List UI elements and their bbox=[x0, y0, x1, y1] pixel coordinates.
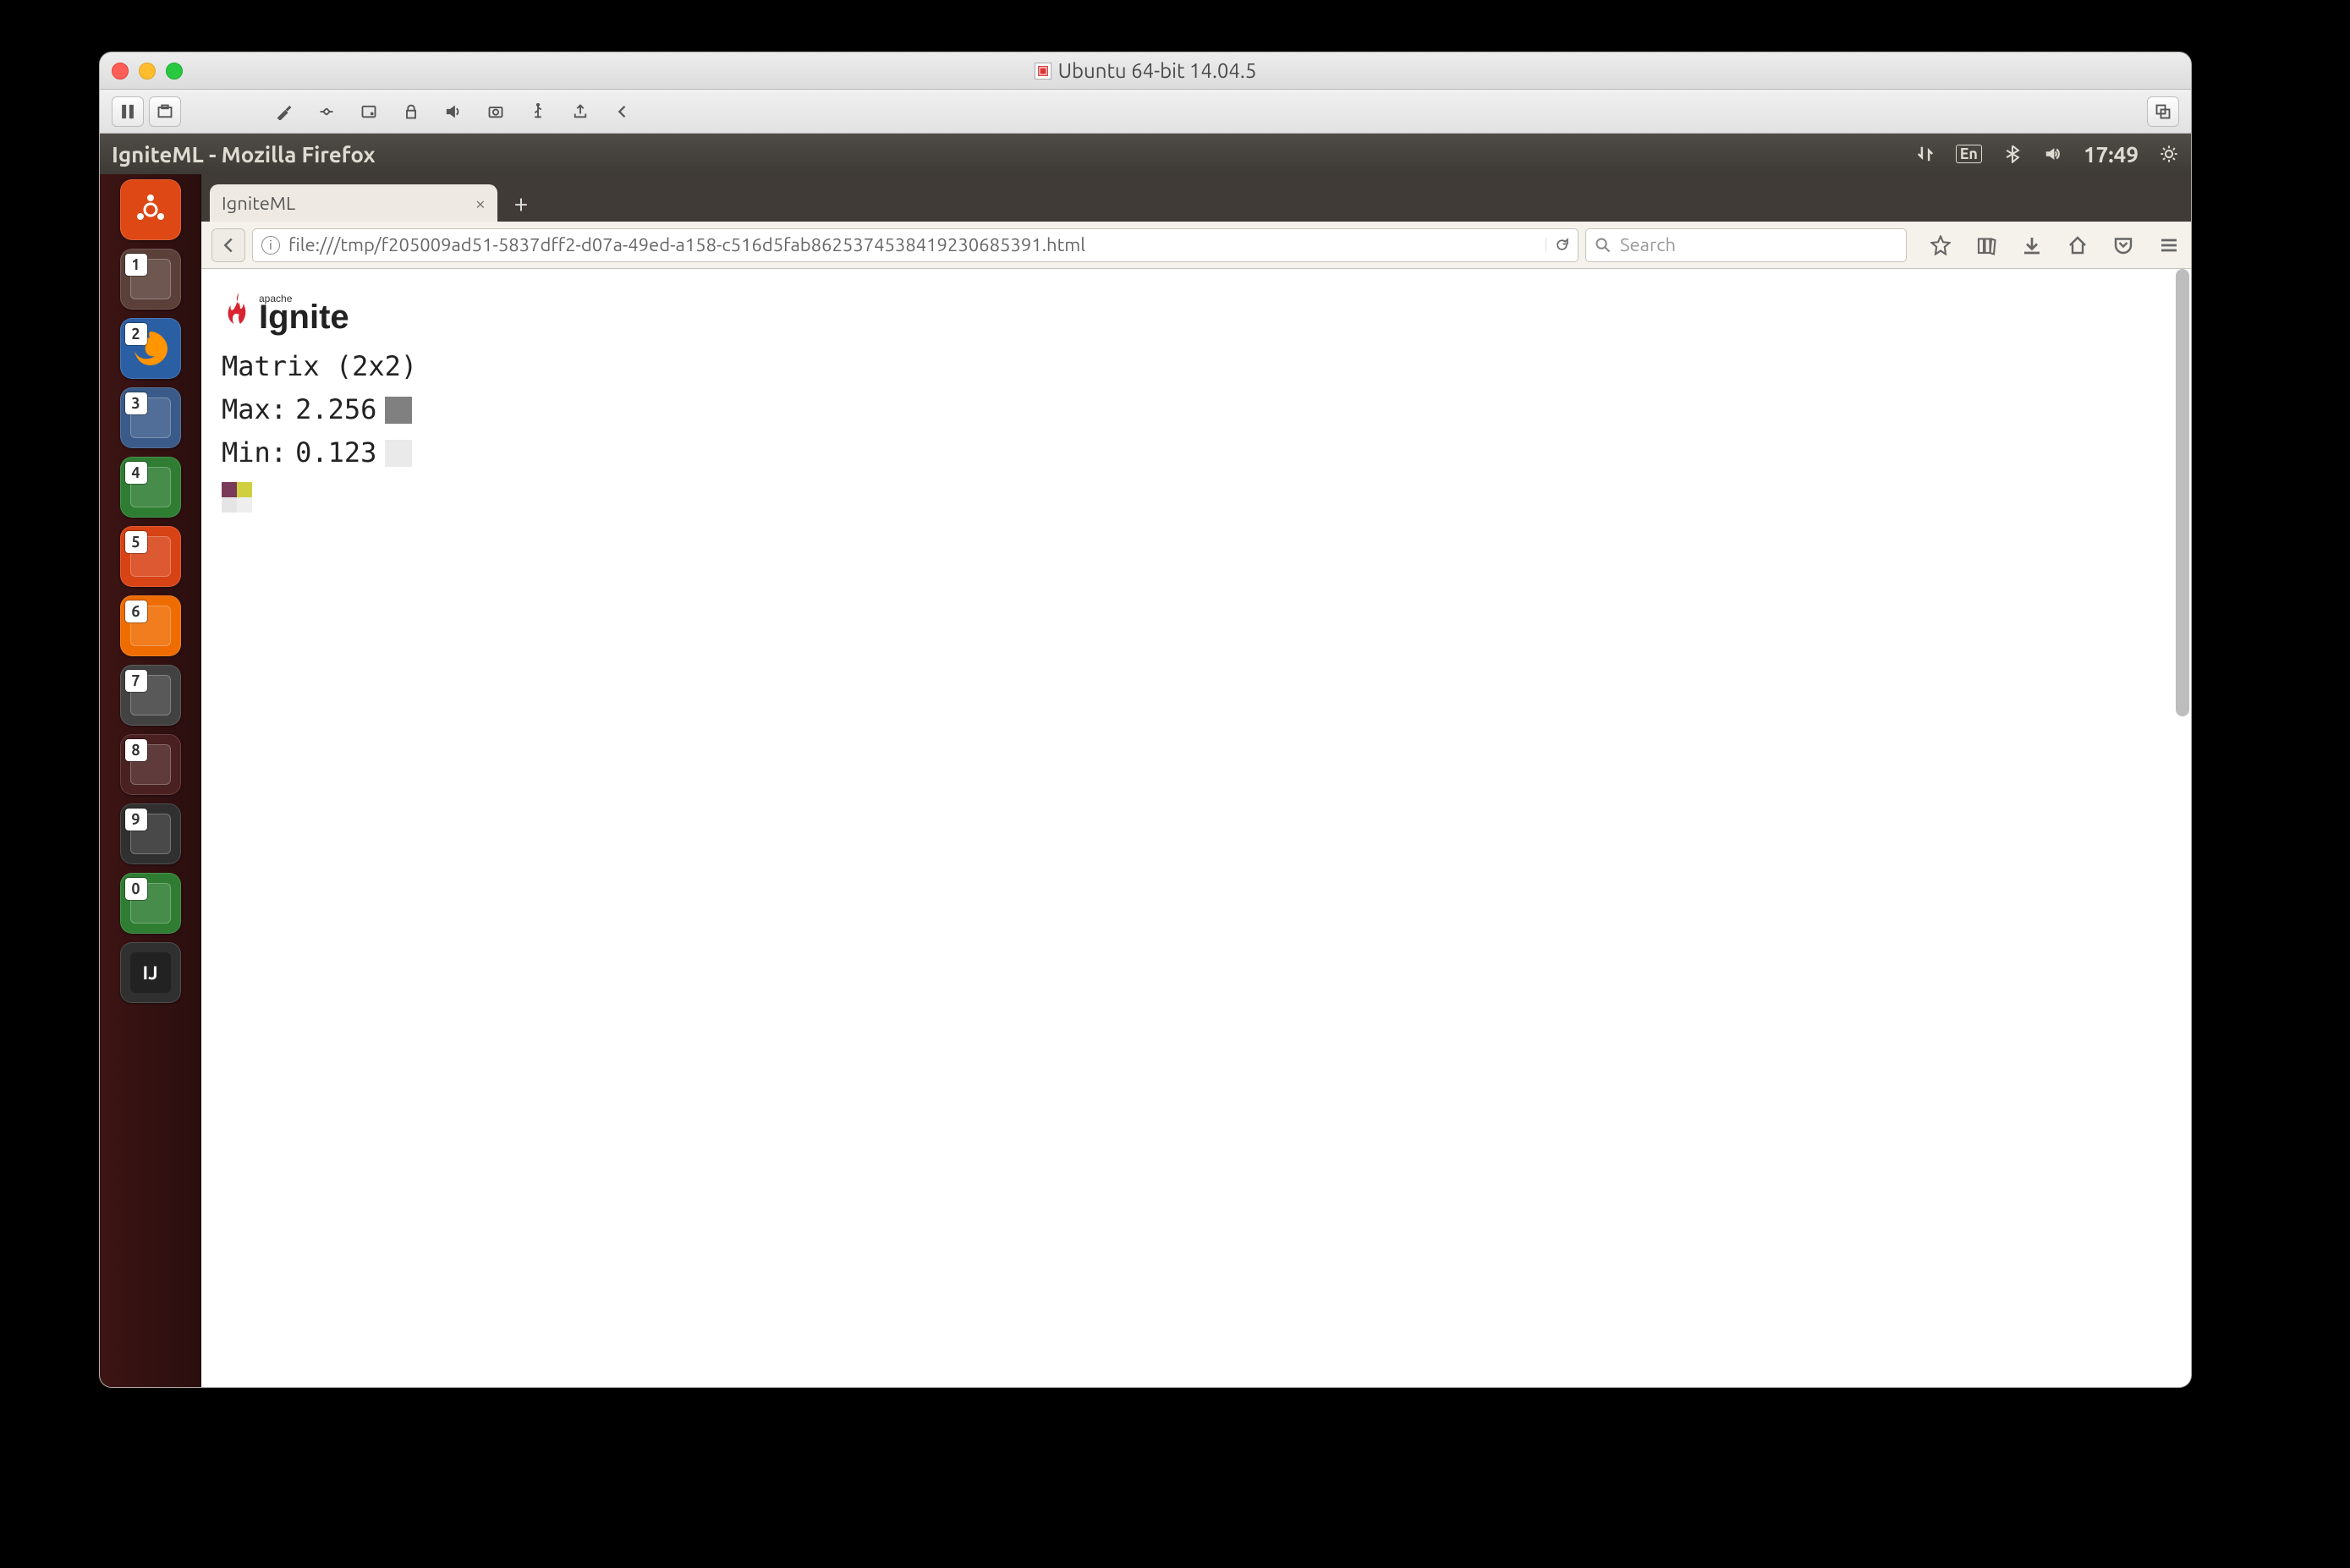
vm-title: Ubuntu 64-bit 14.04.5 bbox=[1058, 59, 1257, 82]
max-line: Max: 2.256 bbox=[222, 388, 2171, 431]
unity-launcher: 1 2 3 4 5 6 7 8 9 0 IJ bbox=[100, 174, 201, 1387]
new-tab-button[interactable]: + bbox=[502, 184, 540, 222]
launcher-arrow-icon bbox=[100, 423, 102, 438]
launcher-item-intellij[interactable]: IJ bbox=[120, 942, 181, 1003]
reload-icon[interactable] bbox=[1546, 238, 1569, 252]
matrix-cell bbox=[222, 482, 237, 497]
matrix-cell bbox=[237, 497, 252, 513]
launcher-arrow-icon bbox=[100, 1116, 102, 1132]
search-placeholder: Search bbox=[1620, 234, 1676, 255]
launcher-item-app7[interactable]: 7 bbox=[120, 665, 181, 726]
url-text: file:///tmp/f205009ad51-5837dff2-d07a-49… bbox=[288, 234, 1537, 255]
mac-titlebar: Ubuntu 64-bit 14.04.5 bbox=[100, 52, 2191, 90]
sound-icon[interactable] bbox=[442, 96, 465, 127]
usb-icon[interactable] bbox=[526, 96, 550, 127]
fullscreen-button[interactable] bbox=[2147, 96, 2179, 127]
downloads-icon[interactable] bbox=[2020, 233, 2044, 257]
settings-icon[interactable] bbox=[272, 96, 296, 127]
camera-icon[interactable] bbox=[484, 96, 508, 127]
gear-icon[interactable] bbox=[2159, 144, 2179, 164]
min-label: Min: bbox=[222, 431, 287, 474]
network-icon[interactable] bbox=[315, 96, 338, 127]
window-title: IgniteML - Mozilla Firefox bbox=[112, 142, 376, 167]
launcher-item-app1[interactable]: 1 bbox=[120, 249, 181, 310]
clock[interactable]: 17:49 bbox=[2084, 142, 2139, 167]
library-icon[interactable] bbox=[1974, 233, 1998, 257]
launcher-item-app4[interactable]: 4 bbox=[120, 457, 181, 518]
page-info-icon[interactable]: i bbox=[261, 236, 280, 255]
home-icon[interactable] bbox=[2066, 233, 2089, 257]
search-bar[interactable]: Search bbox=[1585, 228, 1907, 262]
launcher-item-app3[interactable]: 3 bbox=[120, 387, 181, 448]
collapse-icon[interactable] bbox=[611, 96, 634, 127]
page-heading: Matrix (2x2) bbox=[222, 345, 2171, 388]
keyboard-indicator[interactable]: En bbox=[1956, 145, 1982, 163]
launcher-item-dash[interactable] bbox=[120, 179, 181, 240]
bluetooth-icon[interactable] bbox=[2002, 144, 2023, 164]
menu-icon[interactable] bbox=[2157, 233, 2181, 257]
min-swatch bbox=[385, 440, 412, 467]
launcher-item-firefox[interactable]: 2 bbox=[120, 318, 181, 379]
close-tab-icon[interactable]: × bbox=[475, 193, 486, 214]
firefox-window: IgniteML × + i file:///tmp/f205009ad51-5… bbox=[201, 174, 2191, 1387]
max-value: 2.256 bbox=[295, 388, 376, 431]
matrix-cells bbox=[222, 482, 2171, 513]
matrix-cell bbox=[222, 497, 237, 513]
pocket-icon[interactable] bbox=[2111, 233, 2135, 257]
disk-icon[interactable] bbox=[357, 96, 381, 127]
min-value: 0.123 bbox=[295, 431, 376, 474]
tab-strip: IgniteML × + bbox=[201, 174, 2191, 222]
matrix-cell bbox=[237, 482, 252, 497]
snapshot-button[interactable] bbox=[149, 96, 181, 127]
tab-title: IgniteML bbox=[222, 193, 295, 214]
flame-icon bbox=[222, 293, 255, 333]
max-swatch bbox=[385, 397, 412, 424]
launcher-item-app5[interactable]: 5 bbox=[120, 526, 181, 587]
lock-icon[interactable] bbox=[399, 96, 423, 127]
network-indicator-icon[interactable] bbox=[1915, 144, 1935, 164]
back-button[interactable] bbox=[211, 228, 245, 262]
browser-toolbar: i file:///tmp/f205009ad51-5837dff2-d07a-… bbox=[201, 222, 2191, 269]
vm-window: Ubuntu 64-bit 14.04.5 IgniteML - Mozilla… bbox=[100, 52, 2191, 1387]
pause-button[interactable] bbox=[112, 96, 144, 127]
desktop-area: 1 2 3 4 5 6 7 8 9 0 IJ IgniteML × + i file:///tmp/… bbox=[100, 174, 2191, 1387]
url-bar[interactable]: i file:///tmp/f205009ad51-5837dff2-d07a-… bbox=[252, 228, 1579, 262]
logo-big-text: Ignite bbox=[259, 304, 349, 331]
ubuntu-menubar: IgniteML - Mozilla Firefox En 17:49 bbox=[100, 134, 2191, 174]
scrollbar[interactable] bbox=[2176, 269, 2189, 716]
launcher-item-app9[interactable]: 9 bbox=[120, 803, 181, 864]
page-content: apache Ignite Matrix (2x2) Max: 2.256 Mi… bbox=[201, 269, 2191, 1387]
vmware-icon bbox=[1035, 63, 1051, 79]
search-icon bbox=[1595, 237, 1612, 254]
launcher-item-app0[interactable]: 0 bbox=[120, 873, 181, 934]
launcher-item-app6[interactable]: 6 bbox=[120, 595, 181, 656]
vm-toolbar bbox=[100, 90, 2191, 134]
max-label: Max: bbox=[222, 388, 287, 431]
bookmark-star-icon[interactable] bbox=[1929, 233, 1952, 257]
launcher-item-app8[interactable]: 8 bbox=[120, 734, 181, 795]
min-line: Min: 0.123 bbox=[222, 431, 2171, 474]
volume-icon[interactable] bbox=[2043, 144, 2063, 164]
share-icon[interactable] bbox=[568, 96, 592, 127]
browser-tab[interactable]: IgniteML × bbox=[210, 184, 497, 222]
ignite-logo: apache Ignite bbox=[222, 293, 2171, 333]
